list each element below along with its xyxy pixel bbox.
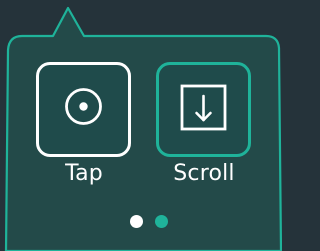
pagination-dot-2[interactable] [155,215,168,228]
gesture-popover: Tap Scroll [0,0,282,251]
tap-icon [65,88,102,125]
scroll-gesture-button[interactable] [156,62,251,157]
scroll-label: Scroll [173,161,235,186]
tap-label: Tap [65,161,103,186]
pagination-dot-1[interactable] [130,215,143,228]
tap-gesture-button[interactable] [36,62,131,157]
scroll-down-icon [180,84,227,131]
